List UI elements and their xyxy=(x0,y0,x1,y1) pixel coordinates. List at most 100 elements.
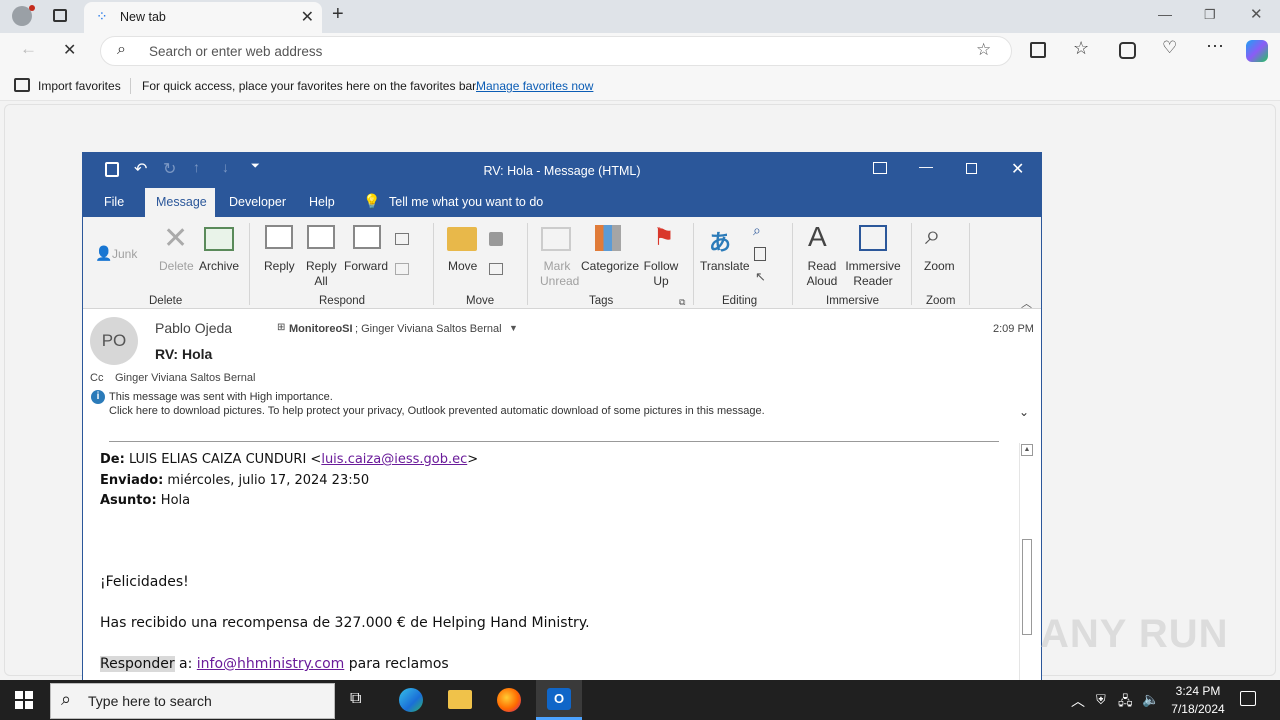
body-scrollbar[interactable]: ▲ xyxy=(1019,443,1033,681)
ribbon-separator xyxy=(693,223,694,305)
translate-icon: あ xyxy=(709,230,732,255)
meeting-icon[interactable] xyxy=(395,233,409,245)
import-favorites-button[interactable]: Import favorites xyxy=(38,79,121,93)
archive-button[interactable]: Archive xyxy=(199,259,239,274)
archive-icon xyxy=(204,227,234,251)
delete-button[interactable]: Delete xyxy=(159,259,194,274)
sender-name[interactable]: Pablo Ojeda xyxy=(155,320,232,336)
start-icon[interactable] xyxy=(15,691,33,709)
network-icon[interactable]: 🖧 xyxy=(1118,692,1133,714)
ribbon-separator xyxy=(527,223,528,305)
ribbon-separator xyxy=(969,223,970,305)
security-icon[interactable]: ⛨ xyxy=(1096,692,1106,708)
junk-button[interactable]: Junk xyxy=(112,247,137,262)
more-icon[interactable]: ⋯ xyxy=(1206,36,1224,57)
new-tab-icon[interactable]: + xyxy=(332,3,344,26)
immersive-reader-icon xyxy=(859,225,887,251)
tags-dialog-launcher-icon[interactable]: ⧉ xyxy=(679,297,685,308)
ribbon-separator xyxy=(249,223,250,305)
address-bar[interactable]: ⌕ Search or enter web address ☆ xyxy=(100,36,1012,66)
download-pictures-infobar[interactable]: Click here to download pictures. To help… xyxy=(109,405,765,417)
categorize-button[interactable]: Categorize xyxy=(581,259,639,274)
collections-icon[interactable] xyxy=(1119,42,1136,59)
notifications-icon[interactable] xyxy=(1240,691,1256,706)
tab-file[interactable]: File xyxy=(104,195,124,209)
read-aloud-button[interactable]: Read Aloud xyxy=(805,259,839,289)
quote-divider xyxy=(109,441,999,442)
to-recipient-group[interactable]: MonitoreoSI xyxy=(289,323,353,335)
scroll-up-icon[interactable]: ▲ xyxy=(1021,444,1033,456)
congrats-text: ¡Felicidades! xyxy=(100,574,189,590)
task-view-icon[interactable]: ⧉ xyxy=(350,690,361,708)
file-explorer-icon[interactable] xyxy=(448,690,472,709)
minimize-icon[interactable]: — xyxy=(1158,6,1172,22)
expand-group-icon[interactable]: ⊞ xyxy=(277,322,285,333)
clock-date[interactable]: 7/18/2024 xyxy=(1164,702,1232,716)
find-icon[interactable]: ⌕ xyxy=(753,222,761,239)
manage-favorites-link[interactable]: Manage favorites now xyxy=(476,79,593,93)
translate-button[interactable]: Translate xyxy=(700,259,750,274)
reply-icon xyxy=(265,225,293,249)
close-window-icon[interactable]: ✕ xyxy=(1250,5,1263,23)
browser-essentials-icon[interactable]: ♡ xyxy=(1162,38,1177,58)
reply-all-button[interactable]: Reply All xyxy=(306,259,337,289)
recipients-dropdown-icon[interactable]: ▼ xyxy=(509,323,518,333)
related-icon[interactable] xyxy=(754,247,766,261)
info-icon: i xyxy=(91,390,105,404)
reply-line: Responder a: info@hhministry.com para re… xyxy=(100,656,449,672)
mark-unread-button[interactable]: Mark Unread xyxy=(540,259,579,289)
scroll-thumb[interactable] xyxy=(1022,539,1032,635)
tab-new-tab[interactable]: ⁘ New tab ✕ xyxy=(84,2,322,33)
group-delete-label: Delete xyxy=(149,295,183,307)
reply-email-link[interactable]: info@hhministry.com xyxy=(197,656,344,672)
select-icon[interactable]: ↖ xyxy=(755,269,766,285)
from-email-link[interactable]: luis.caiza@iess.gob.ec xyxy=(321,452,467,467)
back-icon[interactable]: ← xyxy=(20,39,37,59)
expand-infobar-icon[interactable]: ⌄ xyxy=(1019,405,1029,419)
close-tab-icon[interactable]: ✕ xyxy=(301,7,314,27)
tab-help[interactable]: Help xyxy=(309,195,335,209)
favorites-icon[interactable]: ☆ xyxy=(1073,38,1089,59)
stop-loading-icon[interactable]: ✕ xyxy=(63,40,76,60)
close-icon[interactable]: ✕ xyxy=(1011,159,1024,179)
cc-recipient[interactable]: Ginger Viviana Saltos Bernal xyxy=(115,372,255,384)
reply-all-line2: All xyxy=(314,274,328,288)
tell-me-search[interactable]: Tell me what you want to do xyxy=(389,195,543,209)
restore-icon[interactable]: ❐ xyxy=(1204,7,1216,23)
onenote-icon[interactable] xyxy=(489,232,503,246)
rules-icon[interactable] xyxy=(489,263,503,275)
forward-button[interactable]: Forward xyxy=(344,259,388,274)
tab-actions-icon[interactable] xyxy=(53,9,67,22)
show-hidden-icons-icon[interactable]: ︿ xyxy=(1071,691,1085,711)
ribbon-display-options-icon[interactable] xyxy=(873,162,887,174)
clock-time[interactable]: 3:24 PM xyxy=(1168,684,1228,698)
collapse-ribbon-icon[interactable]: ︿ xyxy=(1021,295,1032,311)
more-respond-icon[interactable] xyxy=(395,263,409,275)
taskbar-search[interactable]: ⌕ Type here to search xyxy=(50,683,335,719)
follow-up-button[interactable]: Follow Up xyxy=(643,259,679,289)
reply-button[interactable]: Reply xyxy=(264,259,295,274)
reply-mid: a: xyxy=(174,656,197,672)
move-button[interactable]: Move xyxy=(448,259,477,274)
volume-icon[interactable]: 🔈 xyxy=(1142,691,1159,708)
edge-icon[interactable] xyxy=(399,688,423,712)
ribbon-separator xyxy=(433,223,434,305)
split-screen-icon[interactable] xyxy=(1030,42,1046,58)
reply-label: Responder xyxy=(100,656,175,672)
read-aloud-icon: A xyxy=(808,221,827,252)
zoom-button[interactable]: Zoom xyxy=(924,259,955,274)
zoom-icon: ⌕ xyxy=(925,219,941,250)
minimize-icon[interactable]: — xyxy=(919,158,933,174)
tab-message[interactable]: Message xyxy=(145,188,215,217)
group-zoom-label: Zoom xyxy=(926,295,956,307)
add-favorite-icon[interactable]: ☆ xyxy=(976,40,991,60)
tab-developer[interactable]: Developer xyxy=(229,195,286,209)
copilot-icon[interactable] xyxy=(1246,40,1268,62)
firefox-icon[interactable] xyxy=(497,688,521,712)
immersive-reader-button[interactable]: Immersive Reader xyxy=(845,259,901,289)
outlook-message-window: ↶ ↻ ↑ ↓ ⏷ RV: Hola - Message (HTML) — ✕ … xyxy=(82,152,1042,681)
from-label: De: xyxy=(100,452,125,467)
outlook-taskbar-button[interactable]: O xyxy=(536,680,582,720)
to-recipient[interactable]: ; Ginger Viviana Saltos Bernal xyxy=(355,323,502,335)
maximize-icon[interactable] xyxy=(966,163,977,174)
